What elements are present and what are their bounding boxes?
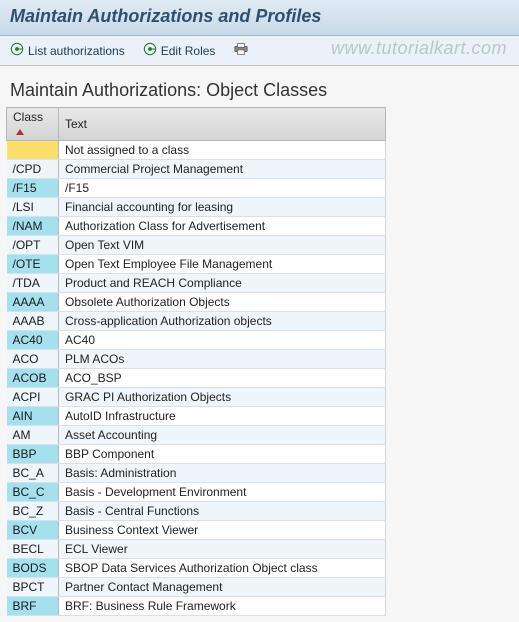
cell-class: BC_A xyxy=(7,464,59,483)
table-row[interactable]: /F15/F15 xyxy=(7,179,386,198)
table-row[interactable]: ACPIGRAC PI Authorization Objects xyxy=(7,388,386,407)
cell-text: AC40 xyxy=(59,331,386,350)
cell-text: Cross-application Authorization objects xyxy=(59,312,386,331)
cell-class: BC_Z xyxy=(7,502,59,521)
table-row[interactable]: AC40AC40 xyxy=(7,331,386,350)
table-row[interactable]: AINAutoID Infrastructure xyxy=(7,407,386,426)
table-row[interactable]: /CPDCommercial Project Management xyxy=(7,160,386,179)
cell-class: /F15 xyxy=(7,179,59,198)
cell-text: BRF: Business Rule Framework xyxy=(59,597,386,616)
cell-text: Partner Contact Management xyxy=(59,578,386,597)
cell-text: Not assigned to a class xyxy=(59,141,386,160)
print-button[interactable] xyxy=(229,40,253,61)
cell-text: Financial accounting for leasing xyxy=(59,198,386,217)
page-title: Maintain Authorizations and Profiles xyxy=(10,6,509,27)
table-row[interactable]: AMAsset Accounting xyxy=(7,426,386,445)
column-header-class-label: Class xyxy=(13,110,43,124)
cell-class: AAAA xyxy=(7,293,59,312)
object-classes-table[interactable]: Class Text Not assigned to a class/CPDCo… xyxy=(6,107,386,616)
column-header-class[interactable]: Class xyxy=(7,108,59,141)
edit-roles-button[interactable]: Edit Roles xyxy=(139,40,220,61)
cell-text: AutoID Infrastructure xyxy=(59,407,386,426)
cell-class: /OPT xyxy=(7,236,59,255)
cell-text: GRAC PI Authorization Objects xyxy=(59,388,386,407)
content-subtitle: Maintain Authorizations: Object Classes xyxy=(0,76,519,107)
column-header-text[interactable]: Text xyxy=(59,108,386,141)
table-row[interactable]: BRFBRF: Business Rule Framework xyxy=(7,597,386,616)
cell-class: /CPD xyxy=(7,160,59,179)
cell-text: Open Text Employee File Management xyxy=(59,255,386,274)
cell-class: /TDA xyxy=(7,274,59,293)
cell-text: SBOP Data Services Authorization Object … xyxy=(59,559,386,578)
cell-text: Business Context Viewer xyxy=(59,521,386,540)
table-row[interactable]: ACOPLM ACOs xyxy=(7,350,386,369)
table-row[interactable]: /NAMAuthorization Class for Advertisemen… xyxy=(7,217,386,236)
table-row[interactable]: /OPTOpen Text VIM xyxy=(7,236,386,255)
cell-class: /OTE xyxy=(7,255,59,274)
cell-text: Obsolete Authorization Objects xyxy=(59,293,386,312)
cell-class: BECL xyxy=(7,540,59,559)
cell-text: Basis - Central Functions xyxy=(59,502,386,521)
table-header-row: Class Text xyxy=(7,108,386,141)
cell-class: BC_C xyxy=(7,483,59,502)
execute-icon xyxy=(143,42,157,59)
cell-class: BBP xyxy=(7,445,59,464)
cell-class: ACOB xyxy=(7,369,59,388)
table-row[interactable]: BPCTPartner Contact Management xyxy=(7,578,386,597)
toolbar: List authorizations Edit Roles xyxy=(0,36,519,66)
table-row[interactable]: BODSSBOP Data Services Authorization Obj… xyxy=(7,559,386,578)
content-area: Maintain Authorizations: Object Classes … xyxy=(0,66,519,616)
table-row[interactable]: /OTEOpen Text Employee File Management xyxy=(7,255,386,274)
cell-text: Basis: Administration xyxy=(59,464,386,483)
cell-text: Basis - Development Environment xyxy=(59,483,386,502)
table-row[interactable]: ACOBACO_BSP xyxy=(7,369,386,388)
cell-text: Open Text VIM xyxy=(59,236,386,255)
titlebar: Maintain Authorizations and Profiles xyxy=(0,0,519,36)
cell-class: BRF xyxy=(7,597,59,616)
cell-text: Product and REACH Compliance xyxy=(59,274,386,293)
table-row[interactable]: BC_CBasis - Development Environment xyxy=(7,483,386,502)
cell-class: ACPI xyxy=(7,388,59,407)
column-header-text-label: Text xyxy=(65,117,87,131)
cell-class: /LSI xyxy=(7,198,59,217)
grid-container: Class Text Not assigned to a class/CPDCo… xyxy=(6,107,519,616)
cell-class: /NAM xyxy=(7,217,59,236)
table-row[interactable]: Not assigned to a class xyxy=(7,141,386,160)
app-window: Maintain Authorizations and Profiles Lis… xyxy=(0,0,519,622)
cell-class: BODS xyxy=(7,559,59,578)
cell-text: ACO_BSP xyxy=(59,369,386,388)
execute-icon xyxy=(10,42,24,59)
printer-icon xyxy=(233,42,249,59)
cell-class: BCV xyxy=(7,521,59,540)
cell-text: PLM ACOs xyxy=(59,350,386,369)
cell-class: AAAB xyxy=(7,312,59,331)
cell-text: Commercial Project Management xyxy=(59,160,386,179)
table-row[interactable]: /LSIFinancial accounting for leasing xyxy=(7,198,386,217)
cell-class: ACO xyxy=(7,350,59,369)
table-row[interactable]: BC_ABasis: Administration xyxy=(7,464,386,483)
table-row[interactable]: AAABCross-application Authorization obje… xyxy=(7,312,386,331)
cell-text: BBP Component xyxy=(59,445,386,464)
cell-class: AC40 xyxy=(7,331,59,350)
cell-text: /F15 xyxy=(59,179,386,198)
list-authorizations-button[interactable]: List authorizations xyxy=(6,40,129,61)
edit-roles-label: Edit Roles xyxy=(161,44,216,58)
list-authorizations-label: List authorizations xyxy=(28,44,125,58)
table-row[interactable]: BC_ZBasis - Central Functions xyxy=(7,502,386,521)
table-row[interactable]: BCVBusiness Context Viewer xyxy=(7,521,386,540)
table-row[interactable]: BBPBBP Component xyxy=(7,445,386,464)
sort-ascending-icon xyxy=(16,129,24,135)
cell-class: AM xyxy=(7,426,59,445)
cell-class xyxy=(7,141,59,160)
cell-text: Asset Accounting xyxy=(59,426,386,445)
cell-class: BPCT xyxy=(7,578,59,597)
cell-class: AIN xyxy=(7,407,59,426)
cell-text: Authorization Class for Advertisement xyxy=(59,217,386,236)
table-row[interactable]: BECLECL Viewer xyxy=(7,540,386,559)
cell-text: ECL Viewer xyxy=(59,540,386,559)
table-row[interactable]: /TDAProduct and REACH Compliance xyxy=(7,274,386,293)
table-row[interactable]: AAAAObsolete Authorization Objects xyxy=(7,293,386,312)
